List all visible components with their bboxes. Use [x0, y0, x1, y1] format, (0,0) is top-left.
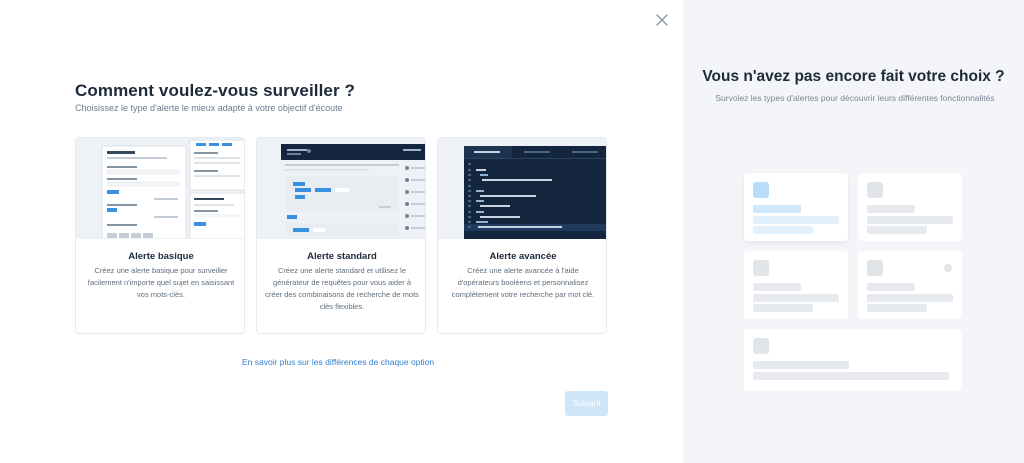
option-name: Alerte avancée — [489, 251, 557, 262]
placeholder-bar — [753, 294, 839, 302]
modal-title: Comment voulez-vous surveiller ? — [75, 81, 355, 100]
side-panel-subtitle: Survolez les types d'alertes pour découv… — [715, 93, 995, 103]
option-name: Alerte standard — [307, 251, 377, 262]
option-card-basic[interactable]: Alerte basique Créez une alerte basique … — [75, 137, 245, 334]
placeholder-card-highlighted — [744, 173, 848, 241]
placeholder-card — [858, 251, 962, 319]
next-button[interactable]: Suivant — [565, 391, 608, 416]
placeholder-bar — [867, 283, 915, 291]
placeholder-bar — [753, 283, 801, 291]
placeholder-bar — [753, 216, 839, 224]
placeholder-bar — [867, 205, 915, 213]
placeholder-bar — [753, 304, 813, 312]
standard-alert-preview — [257, 138, 425, 239]
placeholder-square — [753, 260, 769, 276]
option-name: Alerte basique — [128, 251, 194, 262]
option-card-advanced[interactable]: Alerte avancée Créez une alerte avancée … — [437, 137, 607, 334]
placeholder-bar — [867, 304, 927, 312]
placeholder-bar — [753, 205, 801, 213]
placeholder-square — [867, 182, 883, 198]
placeholder-bar — [867, 294, 953, 302]
placeholder-bar — [867, 216, 953, 224]
placeholder-dot-icon — [944, 264, 952, 272]
learn-more-link[interactable]: En savoir plus sur les différences de ch… — [242, 357, 434, 367]
placeholder-card-wide — [744, 329, 962, 391]
placeholder-square — [867, 260, 883, 276]
option-description: Créez une alerte basique pour surveiller… — [87, 266, 235, 299]
side-panel-title: Vous n'avez pas encore fait votre choix … — [702, 68, 1005, 85]
placeholder-card — [858, 173, 962, 241]
close-icon[interactable] — [654, 12, 670, 28]
option-description: Créez une alerte standard et utilisez le… — [265, 266, 419, 311]
basic-alert-preview — [76, 138, 244, 239]
option-card-standard[interactable]: Alerte standard Créez une alerte standar… — [256, 137, 426, 334]
placeholder-card — [744, 251, 848, 319]
option-description: Créez une alerte avancée à l'aide d'opér… — [451, 266, 595, 299]
placeholder-bar — [753, 226, 813, 234]
placeholder-bar — [867, 226, 927, 234]
placeholder-square — [753, 338, 769, 354]
placeholder-square — [753, 182, 769, 198]
modal-subtitle: Choisissez le type d'alerte le mieux ada… — [75, 103, 343, 113]
placeholder-bar — [753, 372, 949, 380]
placeholder-bar — [753, 361, 849, 369]
advanced-alert-preview — [438, 138, 606, 239]
